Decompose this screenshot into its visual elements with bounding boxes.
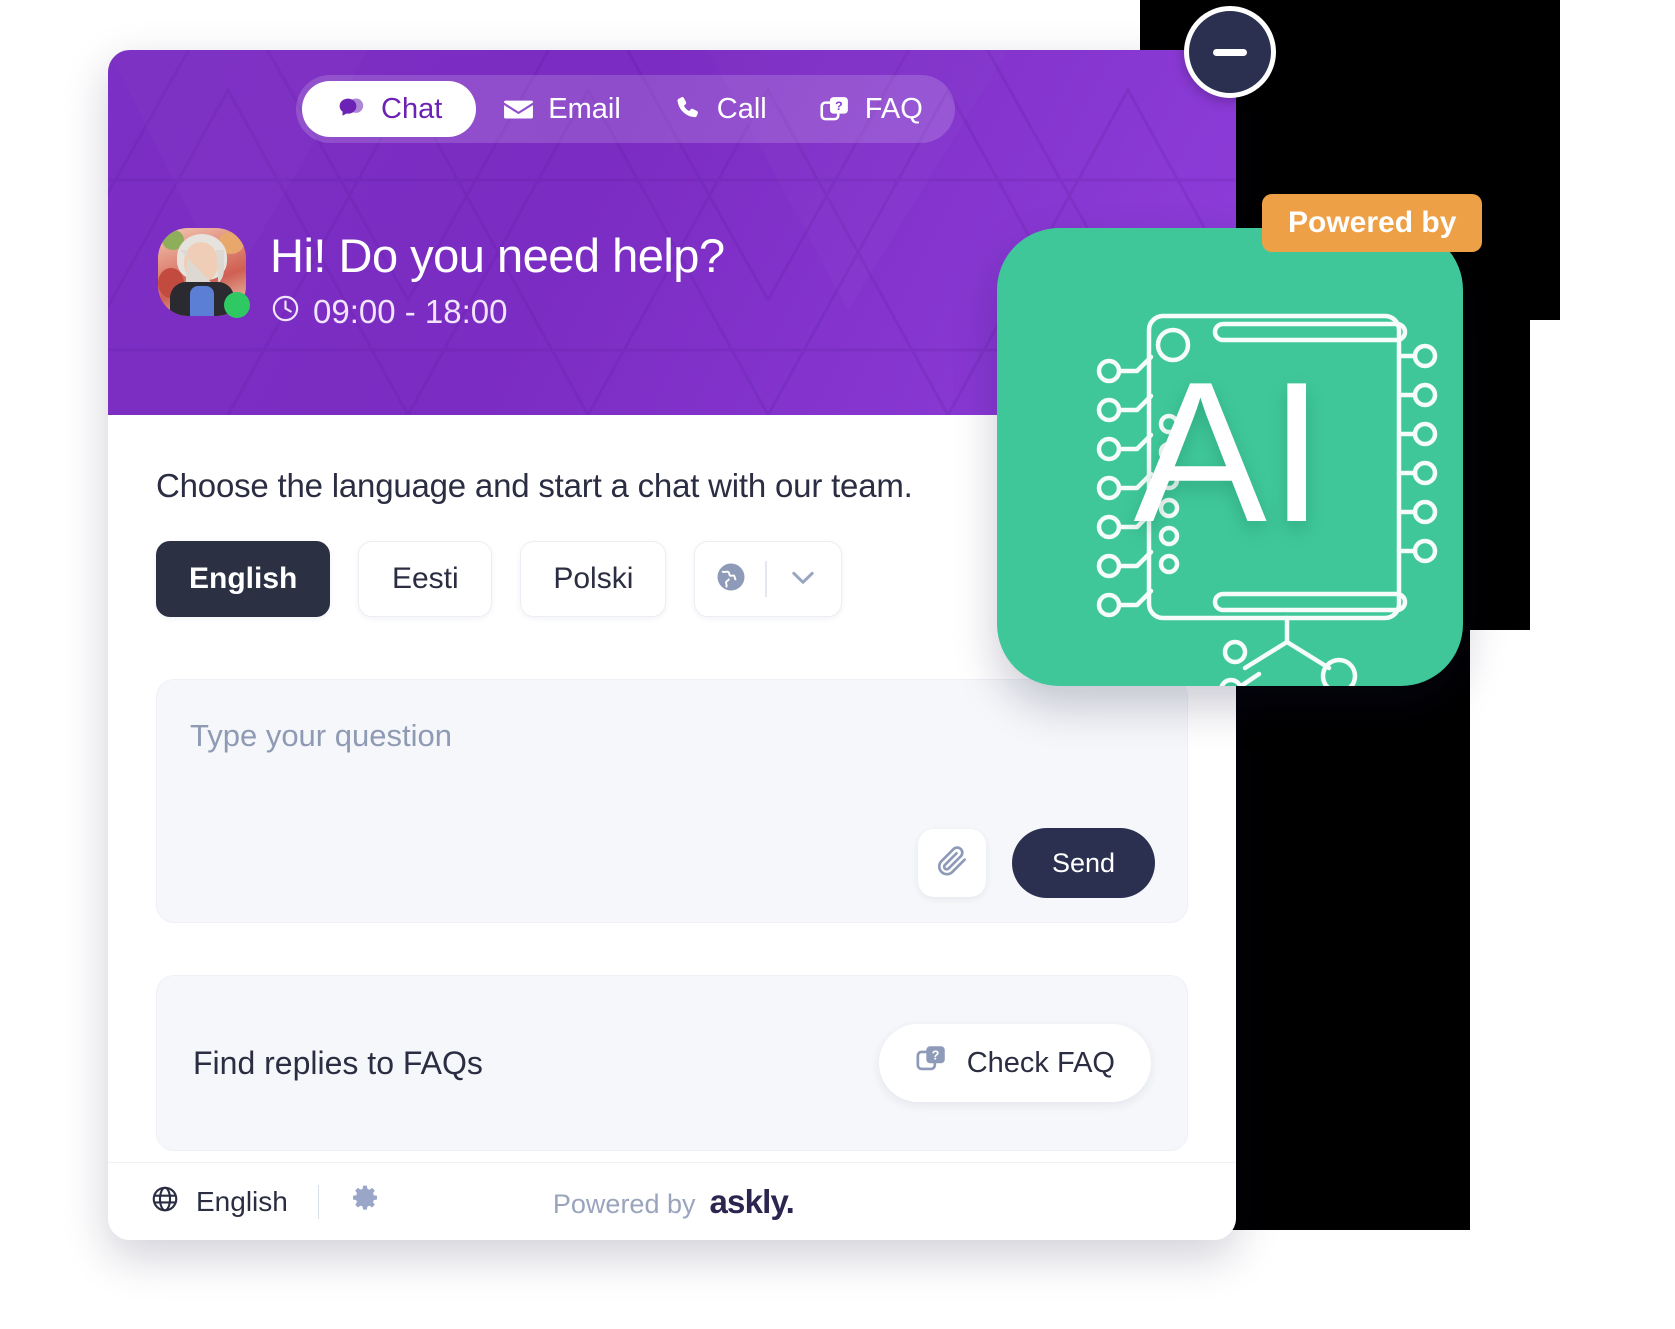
tab-label: Call: [716, 92, 767, 125]
footer-branding: Powered by askly.: [552, 1182, 795, 1221]
channel-tabs: Chat Email Call ? FAQ: [296, 75, 955, 143]
avatar: [158, 228, 250, 318]
chat-bubble-icon: [336, 93, 368, 125]
tab-chat[interactable]: Chat: [302, 81, 477, 137]
language-chip-english[interactable]: English: [156, 541, 331, 617]
attach-file-button[interactable]: [917, 829, 986, 897]
tab-label: FAQ: [864, 92, 923, 125]
message-composer[interactable]: Type your question Send: [156, 679, 1188, 923]
tab-call[interactable]: Call: [647, 81, 793, 137]
working-hours-text: 09:00 - 18:00: [313, 293, 508, 331]
language-chip-eesti[interactable]: Eesti: [358, 541, 493, 617]
tab-faq[interactable]: ? FAQ: [793, 81, 949, 137]
language-chip-polski[interactable]: Polski: [520, 541, 667, 617]
send-button-label: Send: [1051, 847, 1115, 878]
composer-actions: Send: [917, 828, 1155, 898]
widget-footer: English Powered by askly.: [108, 1162, 1236, 1240]
globe-icon: [713, 559, 749, 600]
status-badge: [224, 292, 250, 318]
envelope-icon: [502, 93, 535, 126]
tab-label: Chat: [381, 92, 443, 125]
powered-by-badge: Powered by: [1262, 194, 1483, 252]
footer-divider: [317, 1184, 320, 1219]
powered-by-text: Powered by: [552, 1188, 696, 1219]
working-hours: 09:00 - 18:00: [270, 293, 725, 332]
more-languages-dropdown[interactable]: [694, 541, 842, 617]
paperclip-icon: [934, 843, 970, 884]
faq-section: Find replies to FAQs ? Check FAQ: [156, 975, 1188, 1151]
ai-card-label: AI: [1133, 341, 1327, 564]
send-button[interactable]: Send: [1011, 828, 1155, 898]
agent-info: Hi! Do you need help? 09:00 - 18:00: [158, 228, 725, 332]
check-faq-button[interactable]: ? Check FAQ: [878, 1024, 1151, 1102]
faq-question-icon: ?: [819, 93, 852, 126]
footer-language-selector[interactable]: English: [150, 1183, 381, 1220]
minimize-button[interactable]: [1184, 6, 1276, 98]
chevron-down-icon: [783, 557, 823, 602]
tab-label: Email: [548, 92, 621, 125]
tab-email[interactable]: Email: [476, 81, 647, 137]
faq-question-icon: ?: [915, 1042, 949, 1084]
svg-text:?: ?: [931, 1047, 939, 1062]
dropdown-divider: [765, 561, 767, 597]
language-chip-label: Eesti: [391, 562, 459, 595]
language-chip-label: Polski: [553, 562, 634, 595]
ai-card: AI: [997, 228, 1463, 686]
page-title: Hi! Do you need help?: [270, 229, 725, 282]
clock-icon: [270, 293, 301, 332]
minimize-icon: [1213, 48, 1247, 56]
svg-text:?: ?: [835, 98, 843, 112]
phone-icon: [673, 94, 704, 125]
language-chip-label: English: [189, 562, 298, 595]
askly-logo: askly.: [709, 1182, 795, 1220]
message-input-placeholder[interactable]: Type your question: [190, 718, 452, 754]
globe-icon: [150, 1184, 180, 1219]
faq-label: Find replies to FAQs: [193, 1044, 483, 1081]
gear-icon[interactable]: [349, 1183, 381, 1220]
footer-language-label: English: [196, 1185, 288, 1217]
check-faq-label: Check FAQ: [966, 1046, 1115, 1079]
